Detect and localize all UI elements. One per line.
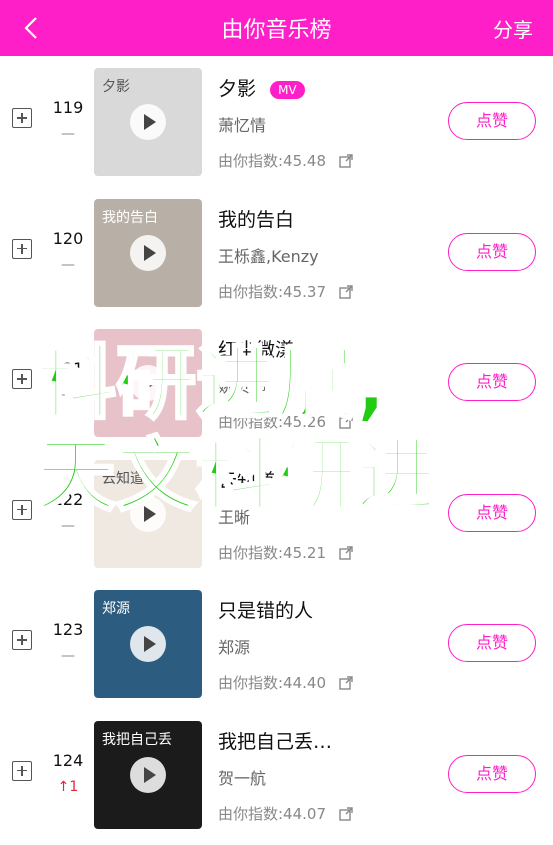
song-row[interactable]: 123 — 郑源 只是错的人 郑源 由你指数:44.40 点赞: [0, 578, 553, 709]
song-list: 119 — 夕影 夕影 MV 萧忆情 由你指数:45.48 点赞 120 — 我…: [0, 56, 553, 839]
score-index: 由你指数:45.37: [218, 281, 353, 302]
play-icon[interactable]: [130, 756, 166, 793]
external-link-icon[interactable]: [339, 154, 353, 168]
artist-name[interactable]: 王栎鑫,Kenzy: [218, 243, 319, 267]
mv-badge[interactable]: MV: [270, 80, 305, 99]
rank-number: 121: [52, 359, 84, 378]
share-button[interactable]: 分享: [493, 14, 533, 43]
song-row[interactable]: 122 — 云知道 云知道 王晰 由你指数:45.21 点赞: [0, 448, 553, 579]
artist-name[interactable]: 郑源: [218, 634, 250, 658]
song-title[interactable]: 夕影 MV: [218, 74, 305, 101]
song-row[interactable]: 120 — 我的告白 我的告白 王栎鑫,Kenzy 由你指数:45.37 点赞: [0, 187, 553, 318]
album-cover[interactable]: 我把自己丢: [94, 720, 202, 829]
score-index: 由你指数:45.26: [218, 411, 353, 432]
rank-number: 119: [52, 98, 84, 117]
add-icon[interactable]: [12, 238, 32, 259]
like-button[interactable]: 点赞: [448, 232, 536, 271]
song-row[interactable]: 121 — 红尘微漾 姚贝娜 由你指数:45.26 点赞: [0, 317, 553, 448]
score-index: 由你指数:45.48: [218, 150, 353, 171]
rank-number: 120: [52, 228, 84, 248]
like-button[interactable]: 点赞: [448, 624, 536, 662]
album-cover[interactable]: 郑源: [94, 590, 202, 698]
rank-trend: —: [61, 126, 75, 142]
page-title: 由你音乐榜: [221, 18, 332, 43]
score-text: 由你指数:45.48: [218, 152, 326, 170]
add-icon[interactable]: [12, 499, 32, 520]
play-icon[interactable]: [130, 495, 166, 532]
song-title[interactable]: 只是错的人: [218, 596, 313, 623]
album-cover[interactable]: 云知道: [94, 459, 202, 568]
song-title-text: 我的告白: [218, 208, 295, 231]
song-title-text: 红尘微漾: [218, 339, 295, 361]
external-link-icon[interactable]: [339, 545, 353, 560]
rank-trend: —: [61, 387, 75, 403]
score-text: 由你指数:45.21: [218, 543, 326, 562]
external-link-icon[interactable]: [339, 415, 353, 429]
song-title-text: 夕影: [218, 78, 257, 100]
artist-name[interactable]: 姚贝娜: [218, 373, 266, 397]
play-icon[interactable]: [130, 104, 166, 140]
external-link-icon[interactable]: [339, 806, 353, 821]
like-button[interactable]: 点赞: [448, 493, 536, 532]
rank-trend: ↑1: [57, 778, 79, 795]
album-cover[interactable]: 夕影: [94, 68, 202, 176]
cover-title: 云知道: [102, 470, 144, 487]
cover-title: 我的告白: [102, 209, 158, 226]
score-text: 由你指数:44.07: [218, 804, 326, 823]
external-link-icon[interactable]: [339, 676, 353, 690]
like-button[interactable]: 点赞: [448, 102, 536, 140]
score-text: 由你指数:45.37: [218, 282, 326, 301]
rank-number: 122: [52, 489, 84, 509]
song-title-text: 我把自己丢…: [218, 730, 333, 753]
song-title-text: 只是错的人: [218, 600, 314, 622]
add-icon[interactable]: [12, 369, 32, 389]
cover-title: 夕影: [102, 79, 130, 95]
score-index: 由你指数:45.21: [218, 542, 353, 563]
song-row[interactable]: 119 — 夕影 夕影 MV 萧忆情 由你指数:45.48 点赞: [0, 56, 553, 187]
like-button[interactable]: 点赞: [448, 363, 536, 401]
rank-trend: —: [61, 517, 75, 534]
album-cover[interactable]: [94, 329, 202, 437]
like-button[interactable]: 点赞: [448, 754, 536, 793]
song-title[interactable]: 云知道: [218, 466, 275, 493]
score-index: 由你指数:44.40: [218, 672, 353, 693]
play-icon[interactable]: [130, 234, 166, 271]
artist-name[interactable]: 萧忆情: [218, 112, 266, 136]
song-title[interactable]: 红尘微漾: [218, 335, 294, 362]
song-title[interactable]: 我的告白: [218, 205, 294, 232]
add-icon[interactable]: [12, 760, 32, 781]
score-index: 由你指数:44.07: [218, 803, 353, 824]
album-cover[interactable]: 我的告白: [94, 198, 202, 307]
rank-trend: —: [61, 648, 75, 664]
rank-trend: —: [61, 256, 75, 273]
add-icon[interactable]: [12, 108, 32, 128]
rank-number: 123: [52, 620, 84, 639]
add-icon[interactable]: [12, 630, 32, 650]
song-title[interactable]: 我把自己丢…: [218, 727, 332, 754]
cover-title: 我把自己丢: [102, 731, 172, 748]
score-text: 由你指数:44.40: [218, 674, 326, 692]
cover-title: 郑源: [102, 601, 130, 617]
play-icon[interactable]: [130, 626, 166, 662]
external-link-icon[interactable]: [339, 284, 353, 299]
artist-name[interactable]: 贺一航: [218, 765, 266, 789]
artist-name[interactable]: 王晰: [218, 504, 250, 528]
play-icon[interactable]: [130, 365, 166, 401]
score-text: 由你指数:45.26: [218, 413, 326, 431]
song-title-text: 云知道: [218, 469, 276, 492]
rank-number: 124: [52, 750, 84, 770]
top-bar: 由你音乐榜 分享: [0, 0, 553, 56]
song-row[interactable]: 124 ↑1 我把自己丢 我把自己丢… 贺一航 由你指数:44.07 点赞: [0, 709, 553, 840]
